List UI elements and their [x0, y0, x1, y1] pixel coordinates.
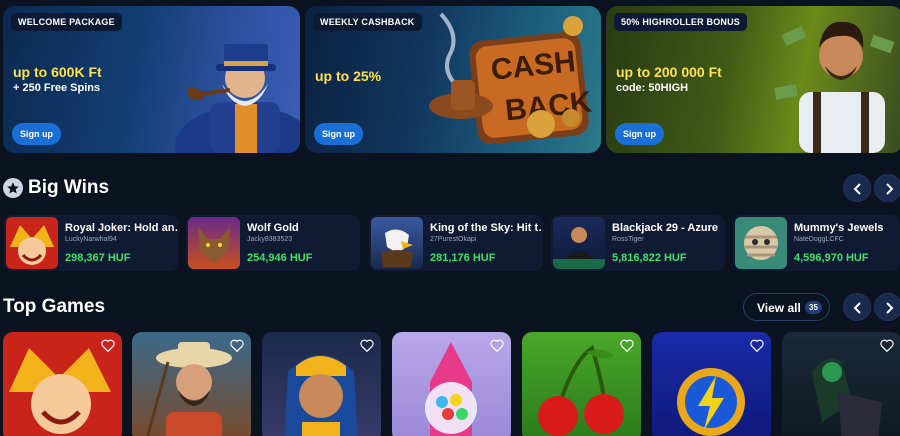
joker-icon: [10, 225, 54, 265]
big-win-card[interactable]: King of the Sky: Hit t… 27PurestOkapi 28…: [369, 215, 543, 271]
top-games-title: Top Games: [3, 296, 106, 317]
wolf-icon: [198, 227, 230, 263]
big-win-card[interactable]: Royal Joker: Hold an… LuckyNarwhal94 298…: [4, 215, 178, 271]
top-games-prev-button[interactable]: [843, 293, 871, 321]
big-wins-prev-button[interactable]: [843, 174, 871, 202]
player-name: RossTiger: [612, 236, 644, 243]
favorite-heart-icon[interactable]: [360, 339, 374, 352]
promo-tag: WEEKLY CASHBACK: [313, 13, 422, 31]
favorite-heart-icon[interactable]: [490, 339, 504, 352]
player-name: LuckyNarwhal94: [65, 236, 117, 243]
big-wins-next-button[interactable]: [874, 174, 900, 202]
win-amount: 5,816,822 HUF: [612, 252, 687, 264]
promo-banners: WELCOME PACKAGE up to 600K Ft + 250 Free…: [3, 6, 900, 153]
promo-weekly-cashback[interactable]: CASH BACK WEEKLY CASHBACK up to 25% Sign…: [305, 6, 601, 153]
player-name: 27PurestOkapi: [430, 236, 477, 243]
promo-tag: 50% HIGHROLLER BONUS: [614, 13, 748, 31]
top-games-next-button[interactable]: [874, 293, 900, 321]
big-win-card[interactable]: Blackjack 29 - Azure RossTiger 5,816,822…: [551, 215, 725, 271]
win-amount: 4,596,970 HUF: [794, 252, 869, 264]
game-tile[interactable]: [262, 332, 381, 436]
eagle-icon: [381, 229, 413, 267]
game-tile[interactable]: [782, 332, 900, 436]
game-thumbnail: [188, 217, 240, 269]
view-all-button[interactable]: View all 35: [743, 293, 830, 321]
game-tile[interactable]: [132, 332, 251, 436]
game-name: Royal Joker: Hold an…: [65, 222, 178, 234]
wizard-character-art: [175, 44, 300, 153]
game-thumbnail: [371, 217, 423, 269]
dealer-icon: [553, 227, 605, 269]
games-count-badge: 35: [805, 301, 822, 314]
promo-headline: up to 200 000 Ft: [616, 64, 722, 80]
game-thumbnail: [553, 217, 605, 269]
game-tile[interactable]: [3, 332, 122, 436]
game-thumbnail: [735, 217, 787, 269]
big-win-card[interactable]: Mummy's Jewels NateDoggLCFC 4,596,970 HU…: [733, 215, 900, 271]
game-tile[interactable]: [392, 332, 511, 436]
promo-headline: up to 600K Ft: [13, 64, 102, 80]
promo-highroller-bonus[interactable]: 50% HIGHROLLER BONUS up to 200 000 Ft co…: [606, 6, 900, 153]
promo-subline: code: 50HIGH: [616, 82, 689, 94]
chevron-left-icon: [853, 302, 861, 314]
chevron-right-icon: [886, 183, 894, 195]
favorite-heart-icon[interactable]: [750, 339, 764, 352]
favorite-heart-icon[interactable]: [101, 339, 115, 352]
promo-tag: WELCOME PACKAGE: [11, 13, 122, 31]
signup-button[interactable]: Sign up: [615, 123, 664, 145]
game-name: Mummy's Jewels: [794, 222, 884, 234]
win-amount: 281,176 HUF: [430, 252, 496, 264]
game-name: King of the Sky: Hit t…: [430, 222, 543, 234]
big-win-card[interactable]: Wolf Gold Jacky8383523 254,946 HUF: [186, 215, 360, 271]
player-name: NateDoggLCFC: [794, 236, 844, 243]
game-name: Wolf Gold: [247, 222, 299, 234]
promo-subline: + 250 Free Spins: [13, 82, 101, 94]
promo-welcome-package[interactable]: WELCOME PACKAGE up to 600K Ft + 250 Free…: [3, 6, 300, 153]
player-name: Jacky8383523: [247, 236, 293, 243]
star-icon: [3, 178, 23, 198]
win-amount: 298,367 HUF: [65, 252, 131, 264]
game-tile[interactable]: [522, 332, 641, 436]
cashback-art: CASH BACK: [429, 12, 594, 145]
big-wins-title: Big Wins: [28, 177, 110, 198]
chevron-left-icon: [853, 183, 861, 195]
promo-headline: up to 25%: [315, 68, 382, 84]
signup-button[interactable]: Sign up: [12, 123, 61, 145]
win-amount: 254,946 HUF: [247, 252, 313, 264]
view-all-label: View all: [757, 301, 801, 315]
chevron-right-icon: [886, 302, 894, 314]
game-tile[interactable]: [652, 332, 771, 436]
favorite-heart-icon[interactable]: [230, 339, 244, 352]
signup-button[interactable]: Sign up: [314, 123, 363, 145]
favorite-heart-icon[interactable]: [880, 339, 894, 352]
favorite-heart-icon[interactable]: [620, 339, 634, 352]
game-name: Blackjack 29 - Azure: [612, 222, 718, 234]
highroller-character-art: [774, 21, 895, 153]
mummy-icon: [744, 226, 778, 260]
game-thumbnail: [6, 217, 58, 269]
